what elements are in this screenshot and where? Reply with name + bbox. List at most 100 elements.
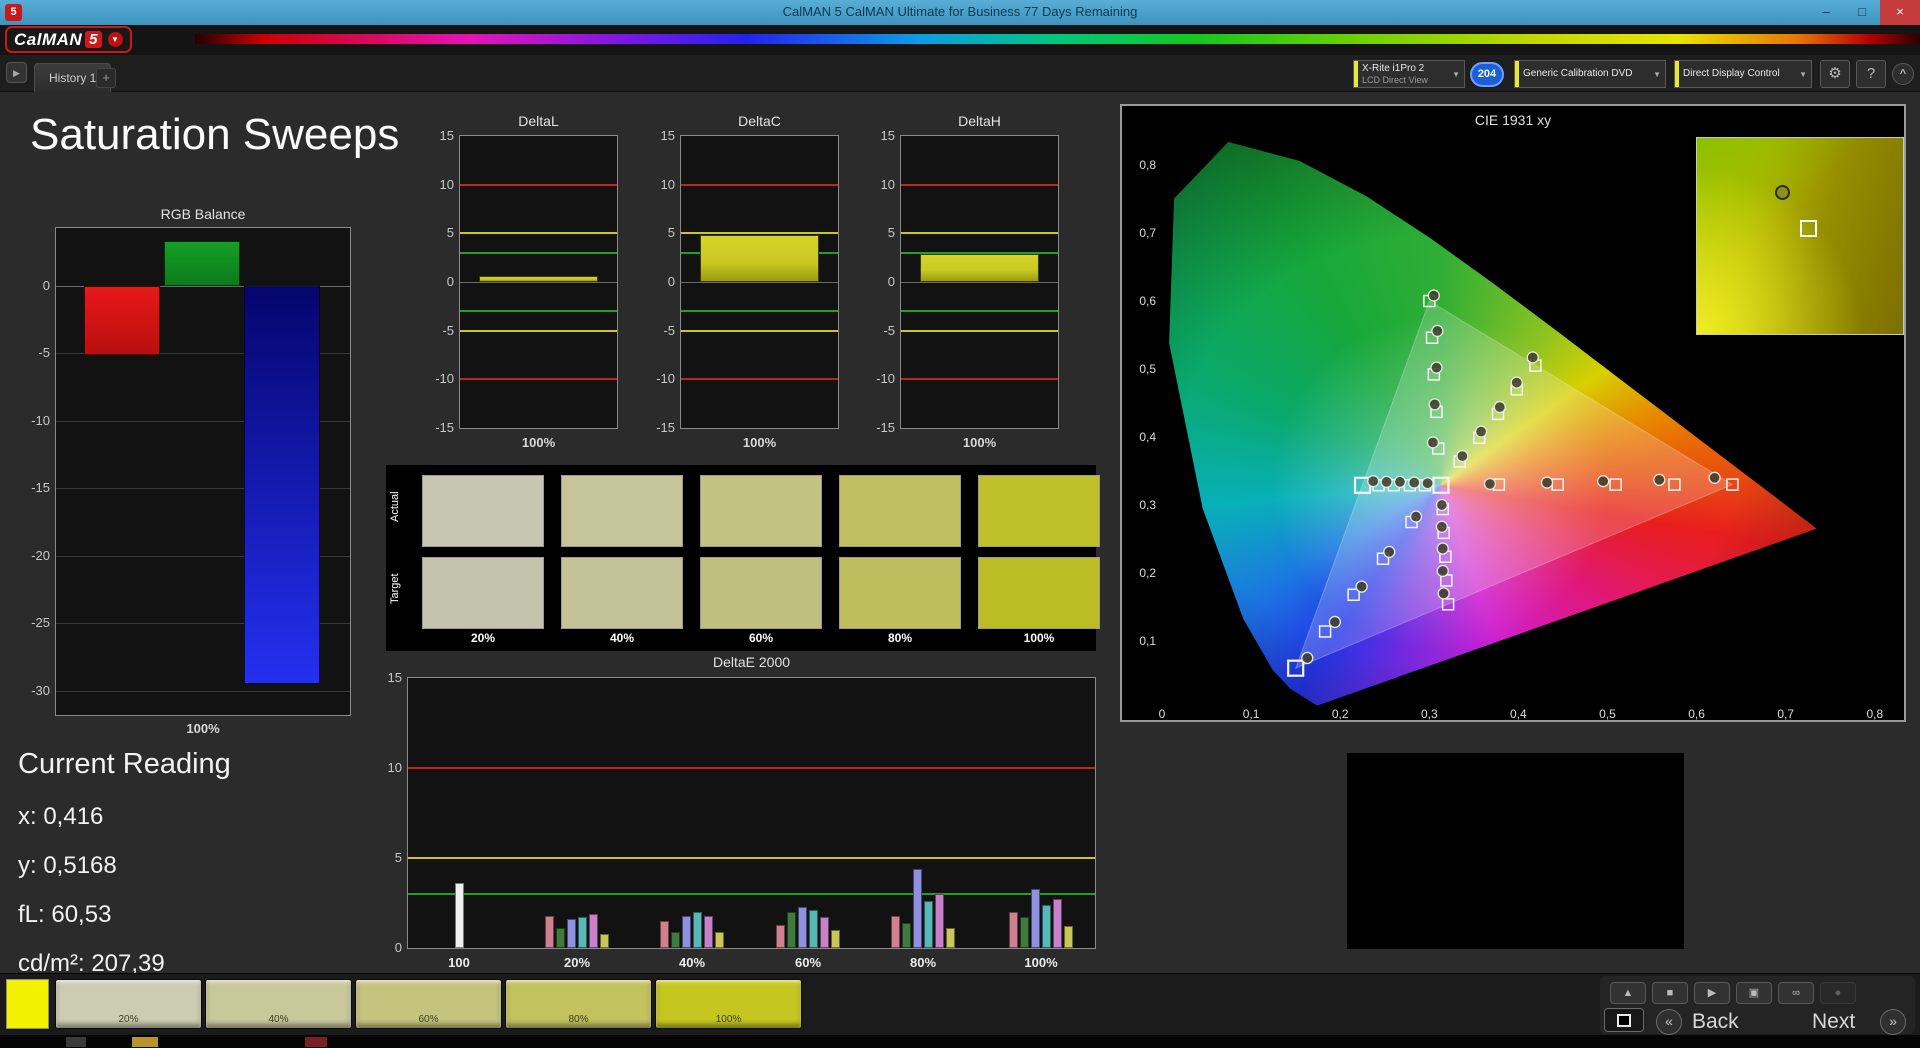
back-button[interactable]: Back xyxy=(1692,1010,1739,1034)
measured-point xyxy=(1421,477,1434,490)
deltae-bar xyxy=(567,919,576,948)
chevron-down-icon: ▼ xyxy=(1653,69,1661,79)
measured-point xyxy=(1428,398,1441,411)
pattern-swatch-80%[interactable]: 80% xyxy=(505,979,652,1029)
deltae-bar xyxy=(671,931,680,948)
play-button[interactable]: ▶ xyxy=(1694,982,1730,1004)
next-button[interactable]: Next xyxy=(1812,1010,1855,1034)
measured-point xyxy=(1380,475,1393,489)
deltae-bar xyxy=(891,915,900,948)
meter-dropdown[interactable]: X-Rite i1Pro 2 LCD Direct View ▼ xyxy=(1353,60,1465,88)
source-dropdown[interactable]: Generic Calibration DVD ▼ xyxy=(1514,60,1666,88)
limit-line xyxy=(901,329,1058,332)
deltae-bar xyxy=(1009,912,1018,948)
y-tick-label: -15 xyxy=(435,420,454,435)
limit-line xyxy=(460,378,617,381)
deltae-bar xyxy=(556,928,565,948)
rgb-bar-green xyxy=(164,241,240,286)
pattern-display-button[interactable] xyxy=(1604,1008,1644,1032)
deltae-bar xyxy=(1053,899,1062,948)
gridline xyxy=(901,282,1058,283)
taskbar-app-icon[interactable] xyxy=(305,1037,327,1047)
collapse-panel-button[interactable]: ^ xyxy=(1892,63,1914,85)
deltae-bar xyxy=(902,922,911,948)
chevron-down-icon[interactable]: ▼ xyxy=(107,32,123,47)
add-tab-button[interactable]: + xyxy=(96,68,116,88)
actual-swatch-80% xyxy=(839,475,961,547)
deltae-bar xyxy=(545,915,554,948)
y-tick-label: -15 xyxy=(656,420,675,435)
cie-zoom-inset xyxy=(1696,137,1904,335)
target-square-icon xyxy=(1800,220,1817,238)
limit-line xyxy=(408,767,1095,769)
gear-icon[interactable]: ⚙ xyxy=(1820,60,1850,88)
calman-logo[interactable]: CalMAN 5 ▼ xyxy=(5,26,132,53)
cie-y-tick: 0,4 xyxy=(1139,430,1156,444)
eject-button[interactable]: ▲ xyxy=(1610,982,1646,1004)
measured-point xyxy=(1436,542,1449,555)
current-pattern-swatch[interactable] xyxy=(6,979,49,1029)
cie-y-tick: 0,2 xyxy=(1139,566,1156,580)
record-button[interactable]: ● xyxy=(1820,982,1856,1004)
window-title: CalMAN 5 CalMAN Ultimate for Business 77… xyxy=(782,4,1138,19)
deltae-bar xyxy=(1042,904,1051,948)
minimize-button[interactable]: – xyxy=(1808,0,1844,25)
swatch-column-label: 20% xyxy=(470,631,496,645)
deltae-bar xyxy=(787,912,796,948)
deltaC-xlabel: 100% xyxy=(742,435,777,450)
display-control-dropdown[interactable]: Direct Display Control ▼ xyxy=(1674,60,1812,88)
target-swatch-60% xyxy=(700,557,822,629)
transport-controls: ▲ ■ ▶ ▣ ∞ ● « Back Next » xyxy=(1600,976,1915,1035)
deltae-bar xyxy=(946,928,955,948)
next-arrow-button[interactable]: » xyxy=(1880,1009,1906,1035)
rainbow-stripe xyxy=(195,34,1920,44)
y-tick-label: -10 xyxy=(435,371,454,387)
pattern-window-button[interactable]: ▣ xyxy=(1736,982,1772,1004)
help-icon[interactable]: ? xyxy=(1856,60,1886,88)
meter-name: X-Rite i1Pro 2 xyxy=(1362,62,1425,74)
deltaC-plot: 15 10 5 0 -5 -10 -15 xyxy=(656,128,839,435)
measured-point xyxy=(1427,289,1440,302)
y-tick-label: -5 xyxy=(442,322,454,338)
pattern-swatch-60%[interactable]: 60% xyxy=(355,979,502,1029)
pattern-swatch-100%[interactable]: 100% xyxy=(655,979,802,1029)
actual-swatch-60% xyxy=(700,475,822,547)
deltaL-plot: 15 10 5 0 -5 -10 -15 xyxy=(435,128,618,435)
reading-count-badge: 204 xyxy=(1470,62,1504,87)
cie-y-tick: 0,7 xyxy=(1139,226,1156,240)
loop-button[interactable]: ∞ xyxy=(1778,982,1814,1004)
rgb-bar-blue xyxy=(244,286,320,684)
folder-icon[interactable] xyxy=(132,1037,158,1047)
pattern-swatch-label: 20% xyxy=(118,1014,139,1025)
limit-line xyxy=(681,232,838,235)
taskbar-icon[interactable] xyxy=(66,1037,86,1047)
pattern-swatch-label: 80% xyxy=(568,1014,589,1025)
gridline xyxy=(460,282,617,283)
y-tick-label: -20 xyxy=(31,547,50,563)
back-arrow-button[interactable]: « xyxy=(1656,1009,1682,1035)
deltaH-title: DeltaH xyxy=(958,113,1001,129)
deltae-bar xyxy=(454,883,464,948)
deltae-bar xyxy=(600,933,609,948)
pattern-swatch-20%[interactable]: 20% xyxy=(55,979,202,1029)
pattern-square-icon xyxy=(1617,1014,1631,1027)
expand-arrow-button[interactable]: ▶ xyxy=(6,62,27,83)
rgb-balance-xlabel: 100% xyxy=(186,721,220,736)
deltae-bar xyxy=(704,915,713,948)
target-row-label: Target xyxy=(389,573,401,604)
cie-x-tick: 0,3 xyxy=(1420,707,1438,721)
gridline xyxy=(681,282,838,283)
close-button[interactable]: × xyxy=(1880,0,1920,25)
deltae-bar xyxy=(935,894,944,948)
limit-line xyxy=(681,310,838,313)
deltaH-xlabel: 100% xyxy=(962,435,997,450)
deltaC-title: DeltaC xyxy=(738,113,781,129)
stop-button[interactable]: ■ xyxy=(1652,982,1688,1004)
measured-point xyxy=(1436,564,1449,578)
limit-line xyxy=(460,183,617,186)
pattern-swatch-40%[interactable]: 40% xyxy=(205,979,352,1029)
cie-x-tick: 0,2 xyxy=(1331,707,1349,721)
meter-label: X-Rite i1Pro 2 LCD Direct View xyxy=(1358,63,1448,86)
maximize-button[interactable]: □ xyxy=(1844,0,1880,25)
deltaL-title: DeltaL xyxy=(518,113,559,129)
